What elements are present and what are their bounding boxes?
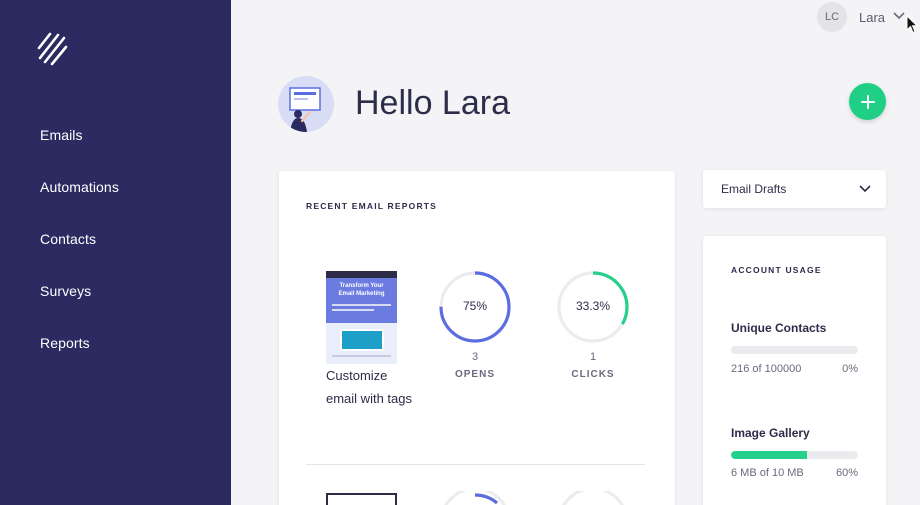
usage-title-gallery: Image Gallery	[731, 426, 810, 440]
thumbnail-body	[326, 323, 397, 364]
sidebar-item-automations[interactable]: Automations	[40, 178, 119, 230]
create-button[interactable]	[849, 83, 886, 120]
email-drafts-label: Email Drafts	[721, 182, 787, 196]
report-divider	[306, 464, 645, 465]
sidebar-item-reports[interactable]: Reports	[40, 334, 119, 386]
next-opens-ring-arc	[474, 493, 499, 505]
welcome-illustration	[278, 76, 334, 132]
clicks-percent: 33.3%	[575, 299, 611, 313]
page-title: Hello Lara	[355, 84, 510, 122]
sidebar-item-contacts[interactable]: Contacts	[40, 230, 119, 282]
chevron-down-icon	[859, 185, 871, 193]
usage-percent-contacts: 0%	[842, 363, 858, 375]
usage-detail-gallery: 6 MB of 10 MB	[731, 467, 804, 479]
user-avatar[interactable]: LC	[817, 2, 847, 32]
usage-bar-contacts	[731, 346, 858, 354]
clicks-caption: CLICKS	[571, 369, 615, 380]
usage-title-contacts: Unique Contacts	[731, 321, 827, 335]
thumbnail-line	[332, 304, 391, 306]
email-thumbnail[interactable]: Transform Your Email Marketing	[326, 271, 397, 364]
opens-percent: 75%	[462, 299, 488, 313]
email-thumbnail-next[interactable]	[326, 493, 397, 505]
usage-percent-gallery: 60%	[835, 467, 858, 479]
person-with-board-icon	[289, 87, 321, 132]
brand-logo-icon[interactable]	[36, 26, 76, 70]
account-usage-title: ACCOUNT USAGE	[731, 265, 822, 275]
usage-bar-fill-gallery	[731, 451, 808, 459]
email-report-name[interactable]: Customize email with tags	[326, 364, 416, 410]
main-content: LC Lara Hello Lara RECENT EMAIL REPORTS …	[231, 0, 920, 505]
sidebar-item-emails[interactable]: Emails	[40, 126, 119, 178]
thumbnail-topbar	[326, 271, 397, 278]
recent-email-reports-title: RECENT EMAIL REPORTS	[306, 201, 438, 211]
mouse-cursor-icon	[906, 15, 918, 34]
next-opens-ring-track	[444, 491, 506, 505]
user-menu-name[interactable]: Lara	[859, 10, 885, 25]
opens-count: 3	[471, 351, 479, 363]
thumbnail-line	[332, 355, 391, 357]
sidebar: Emails Automations Contacts Surveys Repo…	[0, 0, 231, 505]
sidebar-item-surveys[interactable]: Surveys	[40, 282, 119, 334]
account-usage-card: ACCOUNT USAGE Unique Contacts 216 of 100…	[703, 236, 886, 505]
thumbnail-image	[339, 329, 384, 351]
clicks-count: 1	[589, 351, 597, 363]
opens-ring-chart-next	[444, 491, 506, 505]
thumbnail-line	[332, 309, 374, 311]
plus-icon	[860, 94, 875, 109]
next-clicks-ring-track	[562, 491, 624, 505]
usage-detail-contacts: 216 of 100000	[731, 363, 802, 375]
thumbnail-headline: Transform Your Email Marketing	[338, 283, 385, 297]
chevron-down-icon[interactable]	[893, 11, 905, 21]
usage-bar-gallery	[731, 451, 858, 459]
opens-caption: OPENS	[454, 369, 495, 380]
sidebar-nav: Emails Automations Contacts Surveys Repo…	[40, 126, 119, 386]
email-drafts-dropdown[interactable]: Email Drafts	[703, 170, 886, 208]
recent-email-reports-card: RECENT EMAIL REPORTS Transform Your Emai…	[279, 171, 675, 505]
clicks-ring-chart-next	[562, 491, 624, 505]
